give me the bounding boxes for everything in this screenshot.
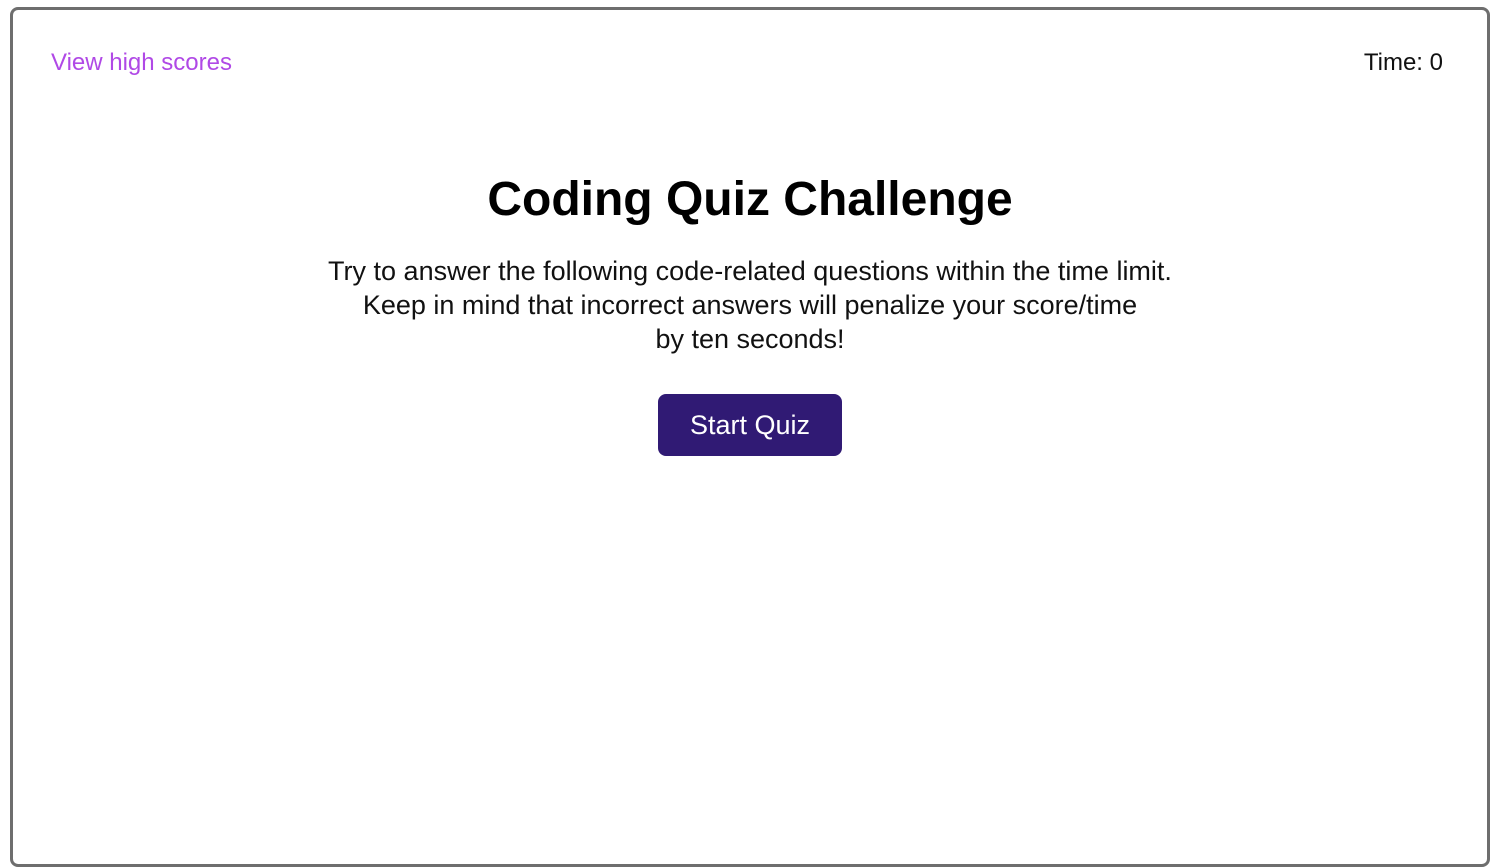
app-frame: View high scores Time: 0 Coding Quiz Cha…	[10, 7, 1490, 867]
description-line: Try to answer the following code-related…	[328, 256, 1172, 286]
timer-display: Time: 0	[1364, 48, 1443, 78]
description-line: Keep in mind that incorrect answers will…	[362, 290, 1138, 320]
start-screen: Coding Quiz Challenge Try to answer the …	[13, 170, 1487, 456]
quiz-description: Try to answer the following code-related…	[270, 254, 1230, 356]
view-high-scores-link[interactable]: View high scores	[51, 48, 232, 78]
timer-label: Time:	[1363, 49, 1423, 76]
start-quiz-button[interactable]: Start Quiz	[658, 394, 842, 456]
description-line: by ten seconds!	[655, 324, 845, 354]
top-bar: View high scores Time: 0	[13, 10, 1487, 120]
page-title: Coding Quiz Challenge	[487, 173, 1013, 226]
timer-value: 0	[1429, 49, 1443, 76]
